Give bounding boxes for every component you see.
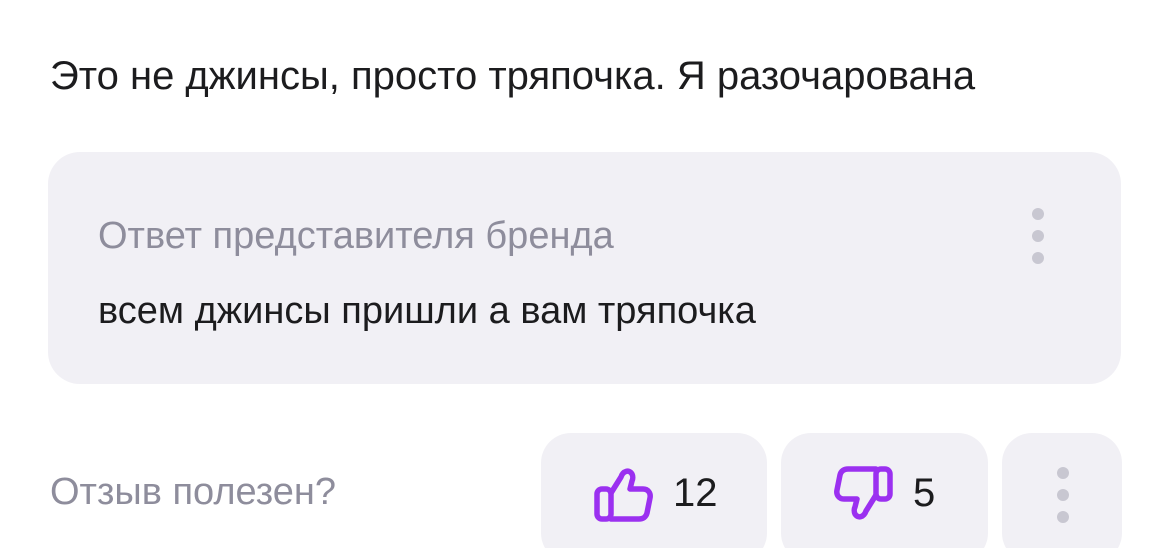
brand-reply-title: Ответ представителя бренда: [98, 215, 614, 257]
thumbs-down-icon: [834, 466, 893, 520]
review-text: Это не джинсы, просто тряпочка. Я разоча…: [50, 54, 976, 98]
review-card: Это не джинсы, просто тряпочка. Я разоча…: [0, 0, 1170, 548]
brand-reply-more-icon[interactable]: [1028, 204, 1048, 268]
like-button[interactable]: 12: [541, 433, 767, 548]
thumbs-up-icon: [594, 468, 653, 522]
dislike-count: 5: [913, 471, 936, 515]
helpful-question: Отзыв полезен?: [50, 471, 337, 513]
more-actions-button[interactable]: [1002, 433, 1122, 548]
more-vertical-icon: [1053, 463, 1073, 527]
dislike-button[interactable]: 5: [781, 433, 988, 548]
brand-reply-text: всем джинсы пришли а вам тряпочка: [98, 290, 756, 332]
clipped-previous-content: [150, 0, 190, 2]
brand-reply-block: Ответ представителя бренда всем джинсы п…: [48, 152, 1121, 384]
like-count: 12: [673, 471, 718, 515]
